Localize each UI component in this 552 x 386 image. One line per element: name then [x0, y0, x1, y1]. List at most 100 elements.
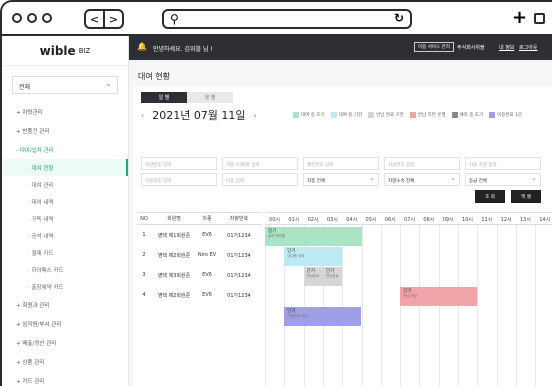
- nav-buttons: < >: [84, 9, 124, 29]
- sidebar-menu: + 차량관리 + 반품건 관리 - 대여/입차 관리 · 대여 현황 · 대여 관리 · …: [2, 102, 128, 386]
- booking-bar[interactable]: 단기 반납완료: [322, 267, 343, 286]
- table-cell: 영택 제3회원준: [157, 272, 191, 279]
- filter-input[interactable]: 이용번호 입력: [141, 173, 217, 186]
- company-link[interactable]: 주식회사위블: [457, 44, 485, 51]
- next-date-button[interactable]: ›: [254, 111, 257, 120]
- tab-month[interactable]: 월 별: [187, 92, 233, 103]
- window-controls: [12, 13, 52, 23]
- legend-swatch: [409, 112, 416, 118]
- sidebar-item[interactable]: · 대여 관리: [2, 176, 128, 193]
- sidebar-item[interactable]: · 구독 내역: [2, 210, 128, 227]
- table-cell: Niro EV: [197, 252, 217, 258]
- sidebar: wibleBIZ 전체 + 차량관리+ 반품건 관리- 대여/입차 관리· 대여…: [2, 36, 129, 386]
- grid-line: [342, 225, 344, 386]
- filter-select[interactable]: 차종 전체: [303, 173, 379, 186]
- sidebar-item[interactable]: + 차량관리: [2, 102, 128, 121]
- filter-input[interactable]: 렌트번호 입력: [303, 157, 379, 170]
- sidebar-item[interactable]: - 대여/입차 관리: [2, 140, 128, 159]
- maximize-dot[interactable]: [42, 13, 52, 23]
- search-icon: ⚲: [170, 12, 179, 26]
- table-cell: 01가1234: [227, 272, 251, 279]
- col-plate: 차량번호: [229, 216, 249, 222]
- company-select[interactable]: 전체: [12, 76, 118, 94]
- search-button[interactable]: 조 회: [475, 190, 505, 203]
- legend-item: 예약 중 조기: [451, 112, 483, 118]
- my-info-link[interactable]: 내 정보: [499, 44, 514, 51]
- legend-item: 대여 중 조기: [293, 112, 325, 118]
- forward-button[interactable]: >: [105, 11, 122, 27]
- table-cell: 영택 제1회원준: [157, 232, 191, 239]
- browser-chrome: < > ⚲ ↻ +: [2, 2, 552, 36]
- prev-date-button[interactable]: ‹: [141, 111, 144, 120]
- table-cell: 1: [142, 232, 146, 238]
- legend-swatch: [368, 112, 375, 118]
- filter-input[interactable]: 차량번호 입력: [141, 157, 217, 170]
- address-bar[interactable]: ⚲ ↻: [162, 9, 412, 29]
- sidebar-item[interactable]: + 회원과 관리: [2, 295, 128, 314]
- excel-button[interactable]: 엑 셀: [511, 190, 541, 203]
- hour-label: 03시: [326, 217, 338, 223]
- bell-icon[interactable]: 🔔: [137, 42, 147, 51]
- table-cell: 영택 제2회원준: [157, 292, 191, 299]
- content-card: 일 별 월 별 ‹ 2021년 07월 11일 › 대여 중 조기 대여 중 기한…: [133, 87, 552, 386]
- table-row[interactable]: 1 영택 제1회원준 EV6 01가1234: [137, 225, 262, 245]
- logo[interactable]: wible BIZ: [2, 36, 128, 66]
- booking-bar[interactable]: 장기 일반 예약중: [265, 227, 362, 246]
- booking-bar[interactable]: 단기 이용완료 대여: [284, 307, 362, 326]
- minimize-dot[interactable]: [27, 13, 37, 23]
- legend-label: 대여 중 조기: [301, 113, 325, 118]
- sidebar-item[interactable]: + 임직원/부서 관리: [2, 314, 128, 333]
- sidebar-item[interactable]: · 공석 내역: [2, 227, 128, 244]
- hour-label: 08시: [423, 217, 435, 223]
- tab-day[interactable]: 일 별: [141, 92, 187, 103]
- back-button[interactable]: <: [86, 11, 105, 27]
- table-cell: EV6: [202, 232, 212, 238]
- logo-sub: BIZ: [78, 46, 91, 55]
- table-cell: EV6: [202, 272, 212, 278]
- sidebar-item[interactable]: + 카드 관리: [2, 371, 128, 386]
- table-row[interactable]: 2 영택 제2회원준 Niro EV 01가1234: [137, 245, 262, 265]
- sidebar-item[interactable]: + 상품 관리: [2, 352, 128, 371]
- col-model: 차종: [202, 216, 212, 222]
- table-row[interactable]: 4 영택 제2회원준 EV6 01가1234: [137, 285, 262, 305]
- grid-line: [477, 225, 479, 386]
- timeline-grid: 00시 01시 02시 03시 04시 05시 06시 07시 08시 09시 10시 11시 12시 1…: [265, 212, 552, 386]
- hour-label: 11시: [481, 217, 493, 223]
- sidebar-item[interactable]: · 출장예약 카드: [2, 278, 128, 295]
- page-title: 대여 현황: [138, 72, 170, 81]
- filter-row-1: 차량번호 입력 차량 모델/명 입력 렌트번호 입력 사용번호 입력 사용 차량 입력: [141, 157, 541, 170]
- sidebar-item[interactable]: · 결제 카드: [2, 244, 128, 261]
- booking-bar[interactable]: 단기 반납 연장: [400, 287, 478, 306]
- new-tab-button[interactable]: +: [512, 7, 527, 28]
- sidebar-item[interactable]: + 반품건 관리: [2, 121, 128, 140]
- grid-line: [380, 225, 382, 386]
- logout-link[interactable]: 로그아웃: [519, 44, 537, 51]
- grid-line: [496, 225, 498, 386]
- sidebar-item[interactable]: + 매출/정산 관리: [2, 333, 128, 352]
- hour-label: 04시: [346, 217, 358, 223]
- hour-label: 13시: [519, 217, 531, 223]
- sidebar-item[interactable]: · 대여 내역: [2, 193, 128, 210]
- filter-select[interactable]: 차량소속 전체: [384, 173, 460, 186]
- service-switch-button[interactable]: 이용 서비스 관리: [414, 42, 454, 52]
- tabs-icon[interactable]: [534, 13, 545, 24]
- sidebar-item[interactable]: · 대여 현황: [2, 159, 128, 176]
- filter-input[interactable]: 이용 입력: [222, 173, 298, 186]
- filter-select[interactable]: 등급 전체: [465, 173, 541, 186]
- reload-icon[interactable]: ↻: [394, 11, 404, 25]
- hour-label: 12시: [500, 217, 512, 223]
- booking-sub: 반납완료: [306, 274, 320, 278]
- hour-label: 00시: [269, 217, 280, 223]
- booking-sub: 대여중 대여: [287, 254, 305, 258]
- close-dot[interactable]: [12, 13, 22, 23]
- sidebar-item[interactable]: · 하이패스 카드: [2, 261, 128, 278]
- hour-label: 05시: [365, 217, 377, 223]
- filter-input[interactable]: 사용 차량 입력: [465, 157, 541, 170]
- legend-item: 대여 중 기한: [330, 112, 362, 118]
- booking-bar[interactable]: 단기 반납완료: [303, 267, 323, 286]
- table-cell: 영택 제2회원준: [157, 252, 191, 259]
- booking-bar[interactable]: 단기 대여중 대여: [284, 247, 343, 266]
- table-row[interactable]: 3 영택 제3회원준 EV6 01가1234: [137, 265, 262, 285]
- filter-input[interactable]: 사용번호 입력: [384, 157, 460, 170]
- filter-input[interactable]: 차량 모델/명 입력: [222, 157, 298, 170]
